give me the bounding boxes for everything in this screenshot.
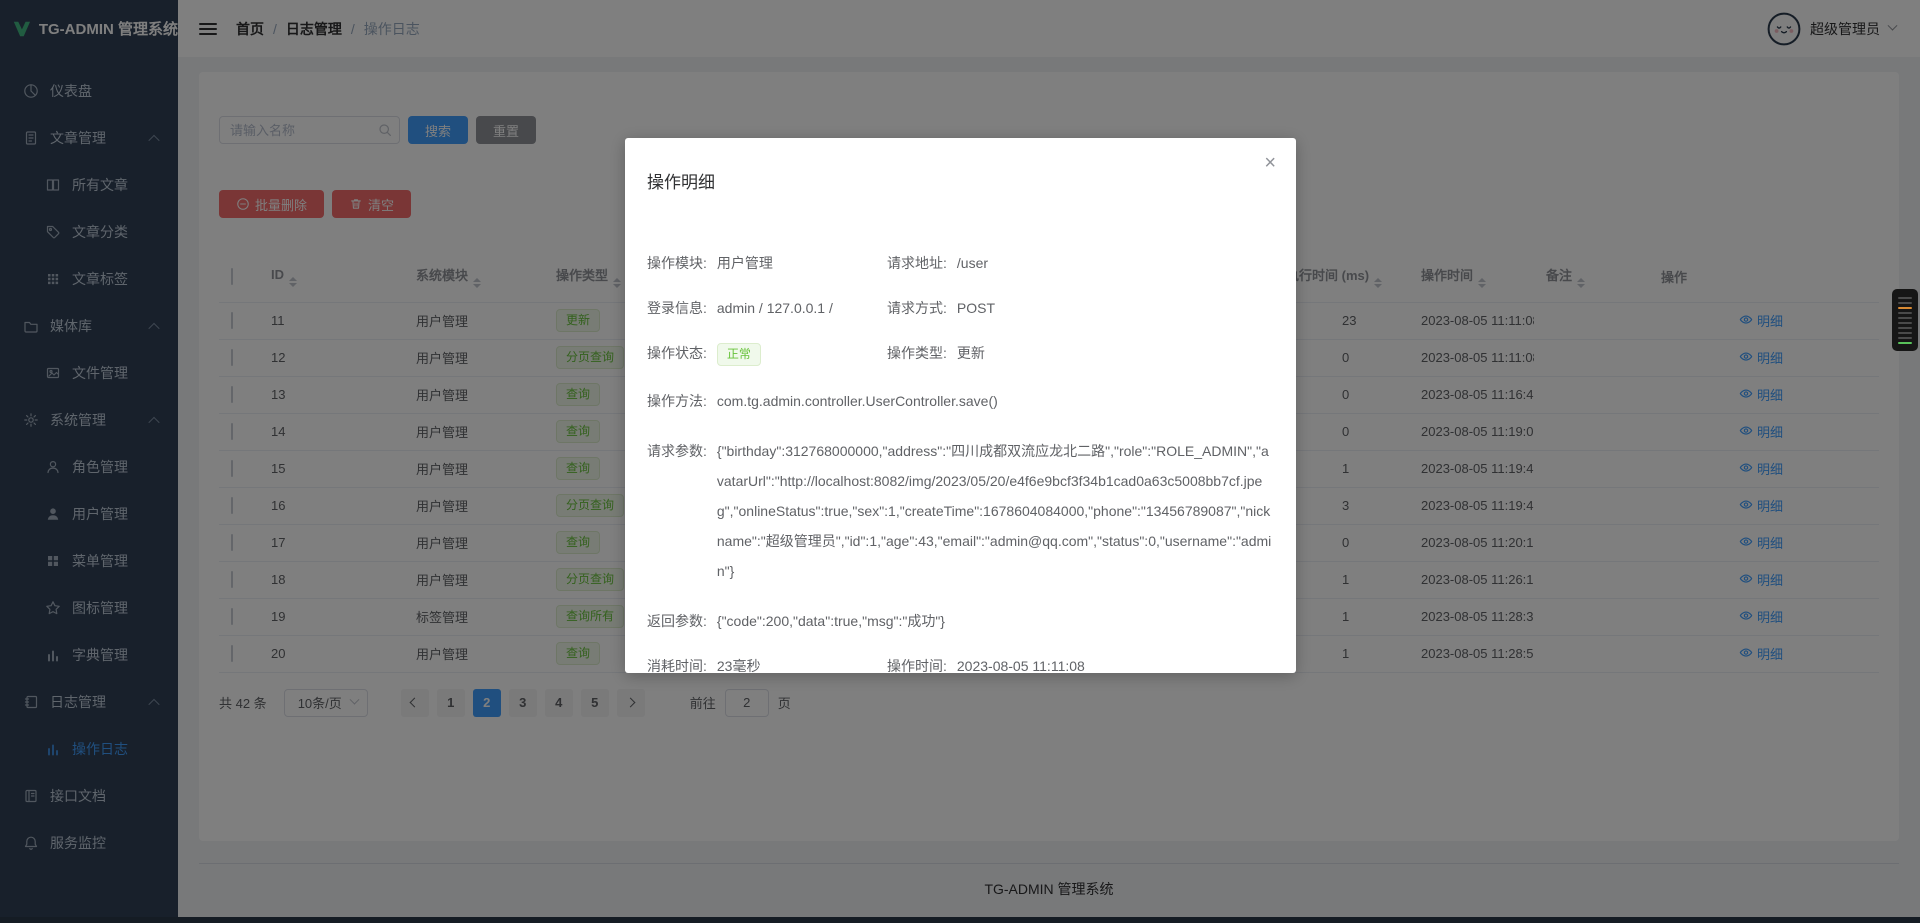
modal-field: 返回参数: {"code":200,"data":true,"msg":"成功"} — [647, 611, 945, 631]
field-value: com.tg.admin.controller.UserController.s… — [717, 391, 998, 411]
modal-field: 操作类型: 更新 — [887, 343, 1274, 366]
modal-field: 操作状态: 正常 — [647, 343, 887, 366]
field-value: 23毫秒 — [717, 656, 761, 676]
modal-field: 请求方式: POST — [887, 298, 1274, 318]
modal-title: 操作明细 — [625, 138, 1296, 193]
field-value: 2023-08-05 11:11:08 — [957, 656, 1085, 676]
field-value: 更新 — [957, 343, 985, 363]
modal-field-row: 消耗时间: 23毫秒 操作时间: 2023-08-05 11:11:08 — [647, 656, 1274, 676]
field-label: 返回参数: — [647, 611, 707, 631]
modal-field: 请求参数: {"birthday":312768000000,"address":… — [647, 436, 1274, 586]
modal-body: 操作模块: 用户管理 请求地址: /user 登录信息: admin / 127.0.0.… — [625, 193, 1296, 676]
modal-field: 操作方法: com.tg.admin.controller.UserControl… — [647, 391, 998, 411]
modal-field-row: 操作模块: 用户管理 请求地址: /user — [647, 253, 1274, 273]
field-value: 用户管理 — [717, 253, 773, 273]
modal-field-row: 返回参数: {"code":200,"data":true,"msg":"成功"} — [647, 611, 1274, 631]
modal-field-row: 操作方法: com.tg.admin.controller.UserControl… — [647, 391, 1274, 411]
field-value: {"code":200,"data":true,"msg":"成功"} — [717, 611, 945, 631]
modal-field-row: 登录信息: admin / 127.0.0.1 / 请求方式: POST — [647, 298, 1274, 318]
modal-field: 操作模块: 用户管理 — [647, 253, 887, 273]
field-value: /user — [957, 253, 988, 273]
modal-field: 操作时间: 2023-08-05 11:11:08 — [887, 656, 1274, 676]
field-value: admin / 127.0.0.1 / — [717, 298, 833, 318]
operation-detail-modal: 操作明细 × 操作模块: 用户管理 请求地址: /user 登录信息: admin / 1… — [625, 138, 1296, 673]
field-label: 登录信息: — [647, 298, 707, 318]
field-label: 请求方式: — [887, 298, 947, 318]
browser-extension-widget[interactable] — [1892, 289, 1918, 351]
modal-field: 登录信息: admin / 127.0.0.1 / — [647, 298, 887, 318]
field-label: 操作方法: — [647, 391, 707, 411]
field-label: 操作类型: — [887, 343, 947, 363]
modal-field-row: 操作状态: 正常 操作类型: 更新 — [647, 343, 1274, 366]
field-label: 操作模块: — [647, 253, 707, 273]
modal-field: 请求地址: /user — [887, 253, 1274, 273]
field-value: {"birthday":312768000000,"address":"四川成都… — [717, 436, 1274, 586]
field-label: 消耗时间: — [647, 656, 707, 676]
field-label: 操作时间: — [887, 656, 947, 676]
field-label: 请求参数: — [647, 436, 707, 466]
field-value: POST — [957, 298, 995, 318]
modal-field: 消耗时间: 23毫秒 — [647, 656, 887, 676]
field-label: 请求地址: — [887, 253, 947, 273]
field-label: 操作状态: — [647, 343, 707, 363]
close-icon[interactable]: × — [1264, 153, 1276, 173]
modal-field-row: 请求参数: {"birthday":312768000000,"address":… — [647, 436, 1274, 586]
status-badge: 正常 — [717, 343, 761, 366]
